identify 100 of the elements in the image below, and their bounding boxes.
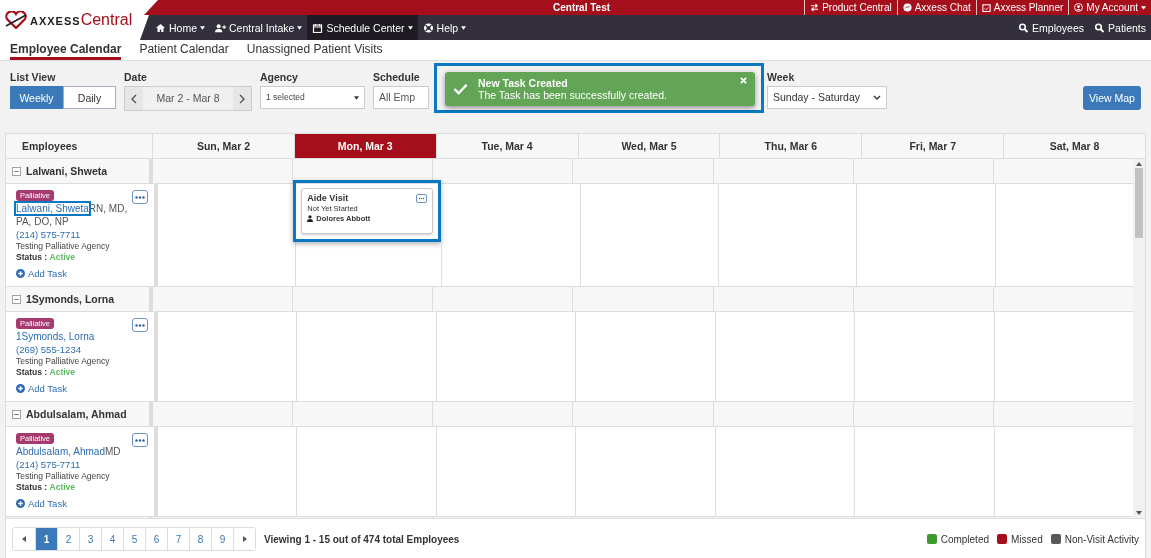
- legend-label: Missed: [1011, 533, 1043, 545]
- employee-name-link[interactable]: Lalwani, Shweta: [16, 203, 89, 214]
- week-label: Week: [767, 71, 796, 83]
- scrollbar[interactable]: [1133, 159, 1145, 518]
- home-icon: [155, 22, 166, 33]
- triangle-right-icon: [242, 536, 247, 542]
- task-title: Aide Visit: [307, 193, 349, 203]
- add-circle-icon: [16, 269, 25, 278]
- agency-dropdown[interactable]: 1 selected: [260, 86, 365, 109]
- task-options-button[interactable]: [416, 193, 428, 203]
- search-icon: [1018, 22, 1030, 33]
- scroll-up-icon[interactable]: [1136, 162, 1142, 166]
- agency-name: Testing Palliative Agency: [16, 241, 111, 251]
- triangle-left-icon: [22, 536, 26, 542]
- status-label: Status :: [16, 367, 48, 377]
- agency-name: Testing Palliative Agency: [16, 471, 111, 481]
- nav-menu-item[interactable]: Schedule Center: [307, 15, 418, 40]
- ellipsis-icon: [135, 438, 145, 442]
- view-tab[interactable]: Employee Calendar: [10, 40, 122, 60]
- swap-arrows-icon: [810, 3, 820, 12]
- list-view-label: List View: [10, 71, 57, 83]
- employee-group-name: 1Symonds, Lorna: [26, 293, 115, 305]
- person-icon: [307, 215, 314, 222]
- agency-label: Agency: [260, 71, 299, 83]
- add-circle-icon: [16, 384, 25, 393]
- collapse-icon[interactable]: [12, 166, 21, 176]
- search-link[interactable]: Patients: [1089, 15, 1151, 40]
- status-value: Active: [49, 367, 76, 377]
- chevron-down-icon: [873, 95, 881, 100]
- add-task-link[interactable]: Add Task: [16, 268, 67, 279]
- nav-menu-item[interactable]: Central Intake: [210, 15, 308, 40]
- scroll-thumb[interactable]: [1135, 168, 1143, 238]
- collapse-icon[interactable]: [12, 409, 21, 419]
- nav-menu-item[interactable]: Home: [150, 15, 210, 40]
- column-header: Employees: [6, 134, 152, 158]
- add-circle-icon: [16, 499, 25, 508]
- nav-menu-item[interactable]: Help: [417, 15, 472, 40]
- legend-label: Completed: [940, 533, 989, 545]
- toast-title: New Task Created: [478, 77, 569, 89]
- status-value: Active: [49, 252, 76, 262]
- lifebuoy-icon: [422, 22, 434, 33]
- add-task-link[interactable]: Add Task: [16, 498, 67, 509]
- date-label: Date: [124, 71, 148, 83]
- caret-icon: [407, 25, 413, 30]
- phone-link[interactable]: (214) 575-7711: [16, 459, 81, 470]
- add-task-link[interactable]: Add Task: [16, 383, 67, 394]
- caret-icon: [200, 25, 205, 30]
- day-header: Fri, Mar 7: [861, 134, 1004, 158]
- employee-name-link[interactable]: Abdulsalam, Ahmad: [16, 446, 105, 457]
- more-options-button[interactable]: [132, 433, 148, 447]
- more-options-button[interactable]: [132, 318, 148, 332]
- ellipsis-icon: [135, 323, 145, 327]
- phone-link[interactable]: (214) 575-7711: [16, 229, 81, 240]
- employee-name-link[interactable]: 1Symonds, Lorna: [16, 331, 95, 342]
- chat-icon: [902, 3, 912, 12]
- phone-link[interactable]: (269) 555-1234: [16, 344, 81, 355]
- day-header: Sun, Mar 2: [152, 134, 294, 158]
- view-tab[interactable]: Patient Calendar: [139, 40, 229, 60]
- day-header: Thu, Mar 6: [719, 134, 862, 158]
- status-label: Status :: [16, 482, 48, 492]
- caret-icon: [354, 95, 359, 100]
- view-map-button[interactable]: View Map: [1083, 86, 1141, 110]
- logo-wordmark: AXXESSCentral: [30, 11, 133, 29]
- legend-label: Non-Visit Activity: [1064, 533, 1139, 545]
- day-header: Sat, Mar 8: [1003, 134, 1145, 158]
- day-header: Tue, Mar 4: [435, 134, 578, 158]
- next-page-button[interactable]: [233, 528, 255, 550]
- pagination-summary: Viewing 1 - 15 out of 474 total Employees: [264, 533, 460, 545]
- next-week-button[interactable]: [233, 87, 251, 110]
- ellipsis-icon: [135, 195, 145, 199]
- schedule-label: Schedule: [373, 71, 421, 83]
- employee-group-name: Abdulsalam, Ahmad: [26, 408, 127, 420]
- add-user-icon: [215, 22, 226, 33]
- employee-name-and-credentials: Abdulsalam, AhmadMD: [16, 445, 121, 458]
- day-header: Mon, Mar 3: [293, 134, 436, 158]
- user-circle-icon: [1074, 3, 1084, 12]
- toast-message: The Task has been successfully created.: [478, 89, 668, 101]
- search-link[interactable]: Employees: [1013, 15, 1090, 40]
- chevron-right-icon: [239, 93, 245, 104]
- collapse-icon[interactable]: [12, 294, 21, 304]
- week-dropdown[interactable]: Sunday - Saturday: [767, 86, 887, 109]
- previous-week-button[interactable]: [125, 87, 143, 110]
- day-header: Wed, Mar 5: [577, 134, 720, 158]
- heart-logo-icon: [4, 11, 28, 29]
- calendar-check-icon: [981, 3, 991, 12]
- scroll-down-icon[interactable]: [1136, 511, 1142, 515]
- page-button[interactable]: 1: [35, 528, 57, 550]
- chevron-left-icon: [131, 93, 137, 104]
- ellipsis-icon: [418, 196, 426, 200]
- close-icon[interactable]: [740, 77, 747, 84]
- schedule-dropdown[interactable]: All Emp: [373, 86, 429, 109]
- caret-icon: [297, 25, 303, 30]
- app-title: Central Test: [553, 2, 611, 13]
- more-options-button[interactable]: [132, 190, 148, 204]
- view-tab[interactable]: Unassigned Patient Visits: [246, 40, 383, 60]
- agency-name: Testing Palliative Agency: [16, 356, 111, 366]
- view-toggle-button[interactable]: Weekly: [10, 86, 63, 109]
- view-toggle-button[interactable]: Daily: [63, 86, 116, 109]
- search-icon: [1094, 22, 1106, 33]
- checkmark-icon: [453, 83, 468, 95]
